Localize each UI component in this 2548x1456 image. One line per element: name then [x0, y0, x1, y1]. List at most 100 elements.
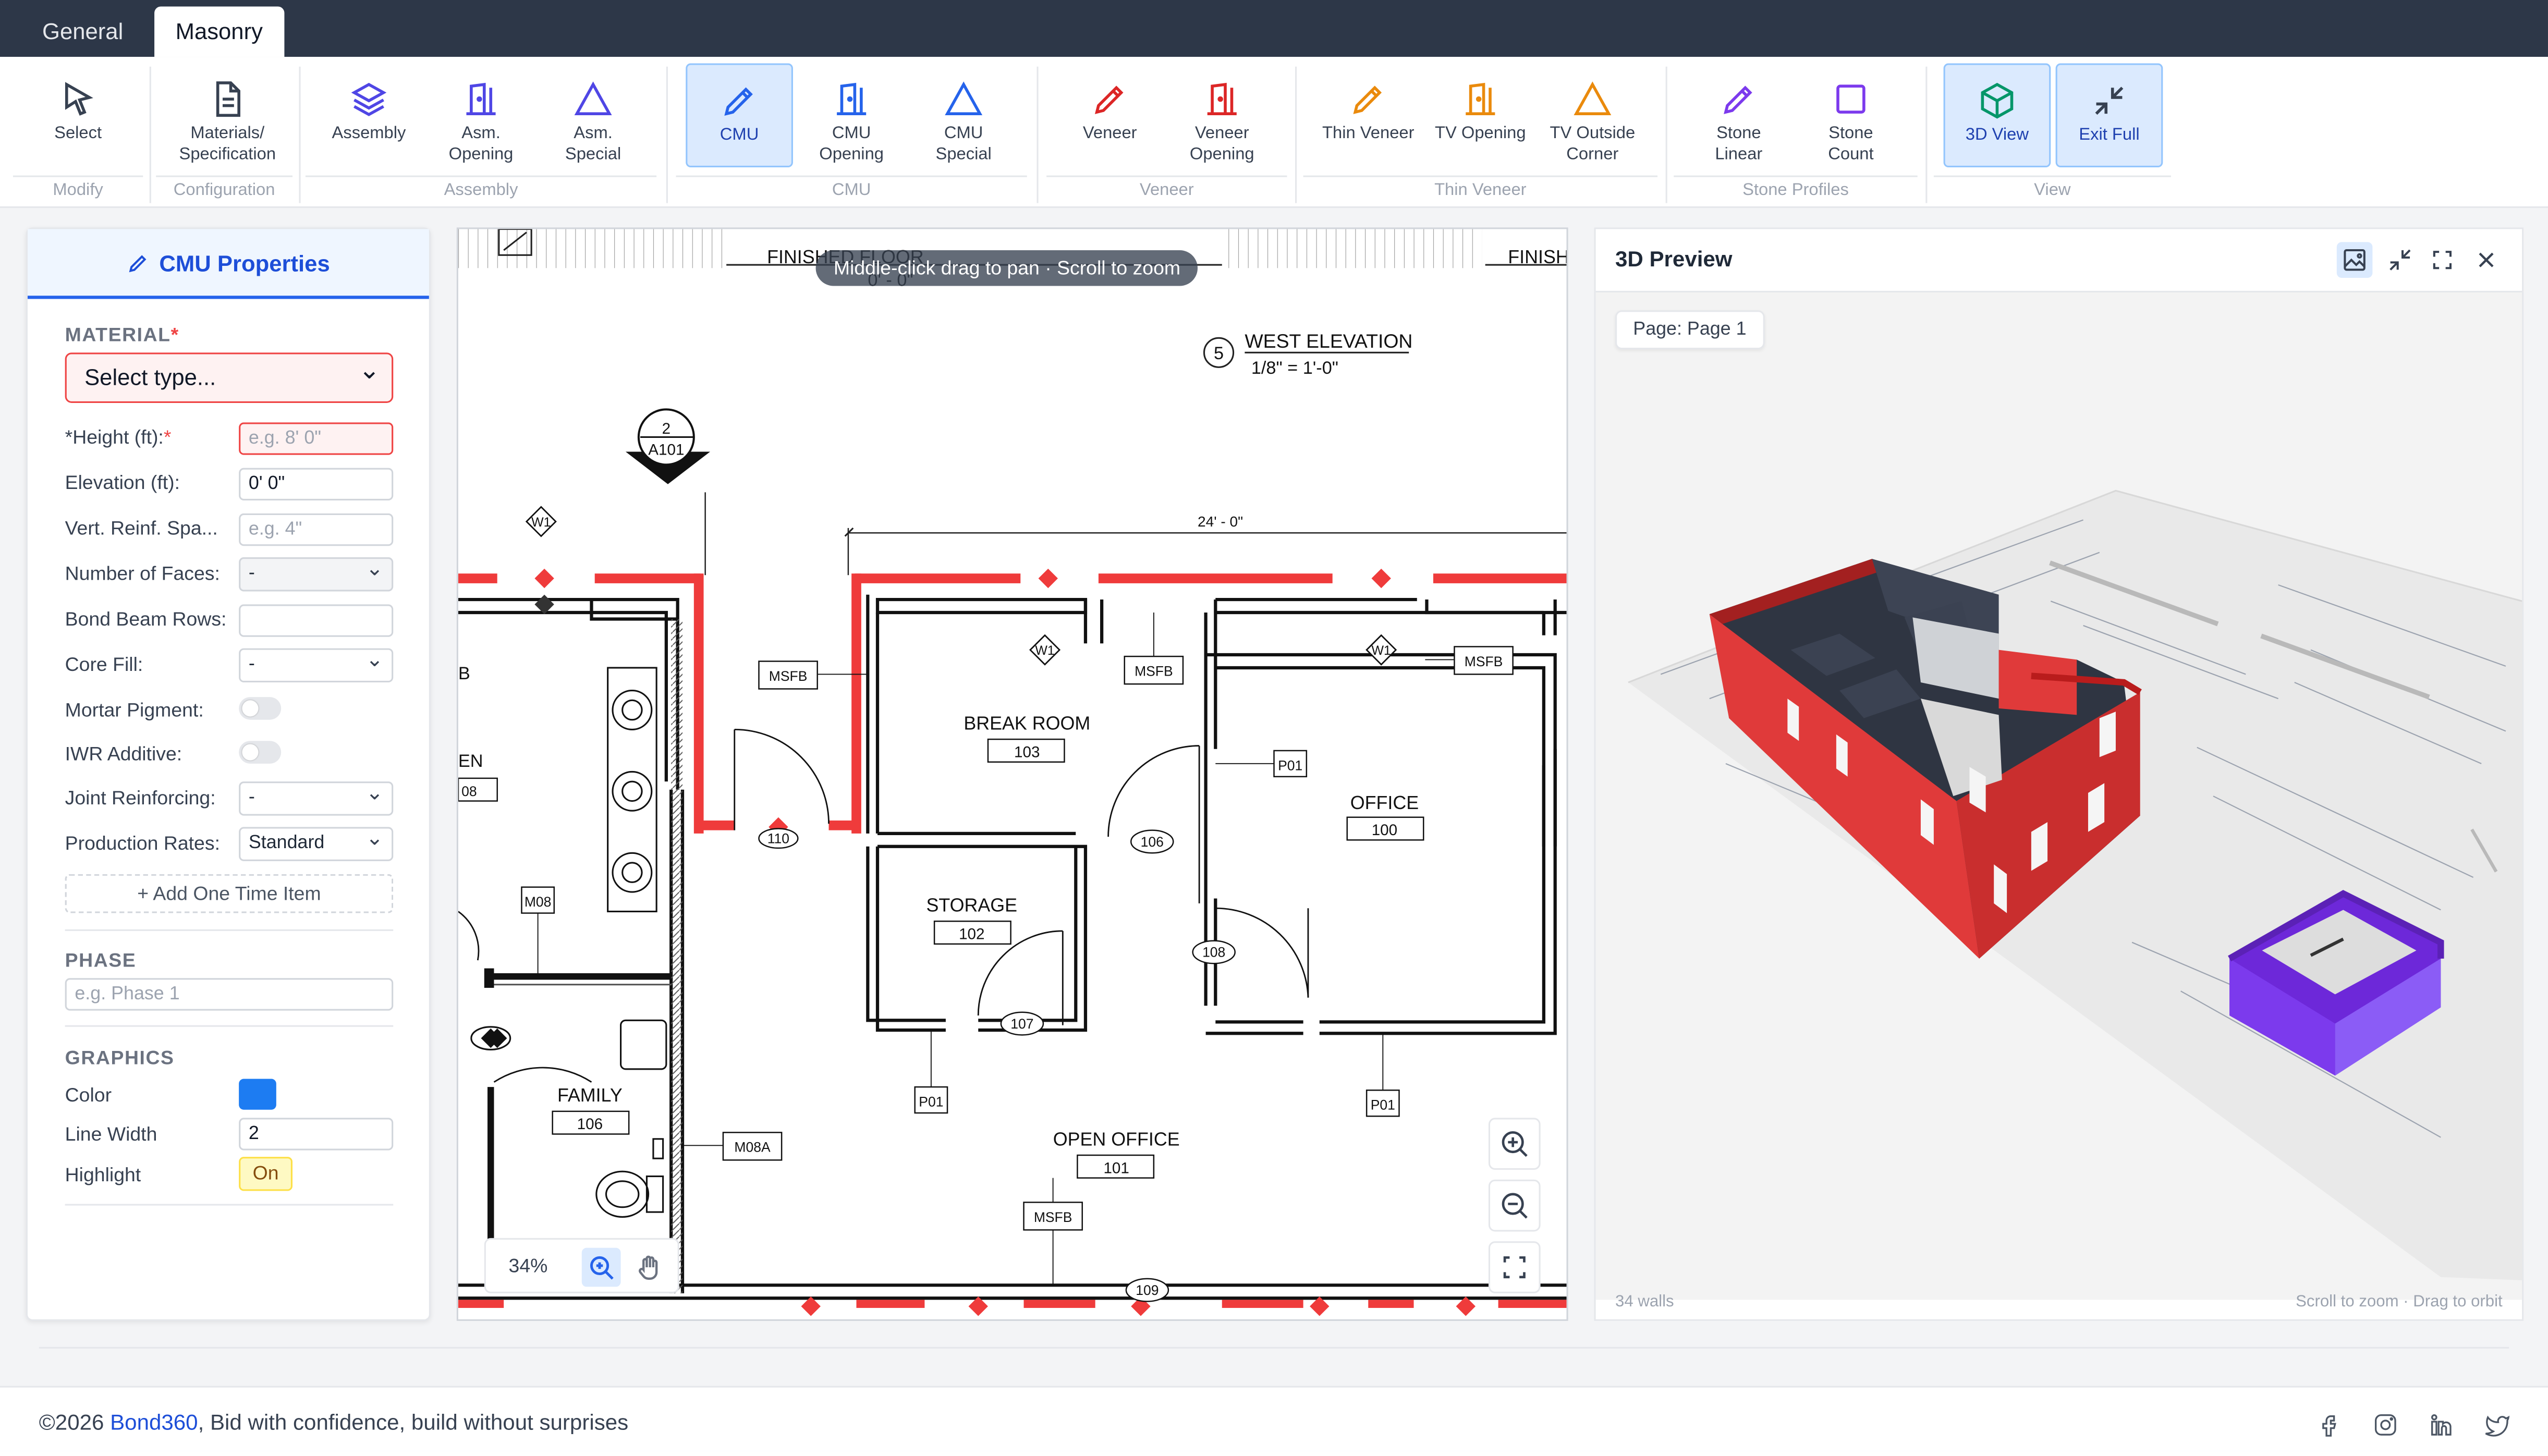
cmu-button[interactable]: CMU: [686, 63, 793, 168]
highlight-label: Highlight: [65, 1163, 141, 1186]
3d-preview-panel: 3D Preview Page: Page 1 34 walls Scroll …: [1594, 227, 2524, 1321]
zoom-in-button[interactable]: [1488, 1118, 1541, 1170]
cmu-special-label-1: CMU: [944, 123, 983, 143]
phase-input[interactable]: e.g. Phase 1: [65, 978, 394, 1011]
door-opening-icon: [1466, 82, 1495, 115]
tv-outside-corner-button[interactable]: TV Outside Corner: [1539, 64, 1647, 167]
cmu-special-label-2: Special: [935, 143, 992, 164]
image-icon: [2344, 249, 2366, 271]
highlight-toggle[interactable]: On: [239, 1157, 293, 1191]
fit-to-screen-button[interactable]: [1488, 1241, 1541, 1293]
bond-beam-input[interactable]: [239, 604, 394, 637]
material-select[interactable]: Select type... ⌄: [65, 352, 394, 403]
exit-full-button[interactable]: Exit Full: [2055, 63, 2163, 168]
pan-mode-button[interactable]: [630, 1248, 669, 1287]
veneer-opening-button[interactable]: Veneer Opening: [1168, 64, 1276, 167]
twitter-icon[interactable]: [2484, 1412, 2510, 1438]
select-button[interactable]: Select: [25, 64, 132, 167]
stone-count-button[interactable]: Stone Count: [1797, 64, 1905, 167]
cmu-special-button[interactable]: CMU Special: [910, 64, 1017, 167]
thin-veneer-button[interactable]: Thin Veneer: [1314, 64, 1422, 167]
triangle-icon: [574, 81, 612, 115]
tab-masonry[interactable]: Masonry: [154, 6, 284, 57]
asm-opening-label-2: Opening: [448, 143, 514, 164]
pencil-icon: [1094, 85, 1124, 114]
tab-general[interactable]: General: [21, 6, 144, 57]
zoom-out-button[interactable]: [1488, 1179, 1541, 1232]
core-fill-label: Core Fill:: [65, 653, 143, 676]
stone-linear-button[interactable]: Stone Linear: [1685, 64, 1793, 167]
pencil-icon: [1724, 85, 1752, 114]
elevation-input[interactable]: 0' 0": [239, 468, 394, 500]
cmu-properties-panel: CMU Properties MATERIAL* Select type... …: [26, 227, 431, 1321]
door-opening-icon: [466, 82, 496, 115]
3d-model-viewport[interactable]: [1595, 292, 2522, 1300]
maximize-preview-button[interactable]: [2424, 242, 2460, 278]
tag-p01: P01: [1278, 757, 1302, 773]
page-indicator[interactable]: Page: Page 1: [1615, 310, 1764, 350]
cmu-opening-label-2: Opening: [819, 143, 884, 164]
tag-p01: P01: [1371, 1097, 1395, 1113]
veneer-label: Veneer: [1082, 123, 1137, 143]
tag-106: 106: [1141, 834, 1164, 850]
elevation-number: 5: [1214, 344, 1224, 363]
phase-section-label: PHASE: [65, 949, 137, 972]
cmu-label: CMU: [720, 125, 759, 145]
tag-w1: W1: [1035, 643, 1054, 658]
linkedin-icon[interactable]: [2428, 1412, 2454, 1438]
veneer-button[interactable]: Veneer: [1056, 64, 1164, 167]
fullscreen-icon: [2433, 251, 2452, 270]
color-swatch[interactable]: [239, 1079, 276, 1110]
drawing-canvas[interactable]: FINISHED FLOOR 0' - 0" FINISH 5 WEST ELE…: [456, 227, 1568, 1321]
tv-opening-button[interactable]: TV Opening: [1427, 64, 1534, 167]
tag-m08a: M08A: [734, 1140, 771, 1155]
zoom-mode-button[interactable]: [581, 1247, 621, 1287]
panel-title: CMU Properties: [159, 250, 330, 276]
triangle-icon: [945, 81, 983, 115]
group-label-assembly: Assembly: [444, 180, 518, 200]
group-label-modify: Modify: [53, 180, 103, 200]
room-name-family: FAMILY: [557, 1085, 623, 1106]
vert-reinf-input[interactable]: e.g. 4": [239, 513, 394, 546]
tag-108: 108: [1202, 945, 1225, 960]
stone-linear-label-2: Linear: [1715, 143, 1763, 164]
mortar-pigment-label: Mortar Pigment:: [65, 699, 204, 721]
thin-veneer-label: Thin Veneer: [1322, 123, 1415, 143]
iwr-additive-toggle[interactable]: [239, 741, 282, 764]
production-rates-select[interactable]: Standard: [239, 822, 394, 861]
assembly-button[interactable]: Assembly: [315, 64, 423, 167]
tag-w1: W1: [531, 515, 551, 530]
height-input[interactable]: e.g. 8' 0": [239, 422, 394, 455]
materials-specification-button[interactable]: Materials/ Specification: [169, 64, 286, 167]
tag-p01: P01: [919, 1094, 943, 1109]
3d-view-button[interactable]: 3D View: [1943, 63, 2051, 168]
cmu-opening-button[interactable]: CMU Opening: [798, 64, 905, 167]
mortar-pigment-toggle[interactable]: [239, 697, 282, 720]
square-icon: [1836, 84, 1866, 114]
facebook-icon[interactable]: [2315, 1412, 2342, 1438]
instagram-icon[interactable]: [2372, 1412, 2398, 1438]
close-preview-button[interactable]: [2468, 242, 2504, 278]
room-number-101: 101: [1103, 1159, 1129, 1177]
joint-reinforcing-select[interactable]: -: [239, 777, 394, 816]
tag-109: 109: [1136, 1282, 1159, 1298]
3d-view-label: 3D View: [1965, 125, 2029, 145]
materials-label-line2: Specification: [179, 143, 276, 164]
asm-special-label-1: Asm.: [574, 123, 613, 143]
asm-opening-label-1: Asm.: [461, 123, 501, 143]
asm-special-button[interactable]: Asm. Special: [540, 64, 647, 167]
group-underline: [1674, 175, 1918, 177]
image-mode-button[interactable]: [2336, 242, 2373, 278]
group-underline: [1933, 175, 2171, 177]
add-one-time-item-button[interactable]: + Add One Time Item: [65, 874, 394, 913]
minimize-preview-button[interactable]: [2382, 242, 2418, 278]
asm-opening-button[interactable]: Asm. Opening: [428, 64, 535, 167]
group-label-cmu: CMU: [832, 180, 871, 200]
zoom-out-icon: [1502, 1193, 1528, 1219]
faces-select[interactable]: -: [239, 553, 394, 592]
group-separator: [1665, 66, 1667, 203]
core-fill-select[interactable]: -: [239, 643, 394, 683]
line-width-input[interactable]: 2: [239, 1118, 394, 1151]
panel-header: CMU Properties: [27, 229, 429, 299]
brand-link[interactable]: Bond360: [110, 1410, 198, 1435]
